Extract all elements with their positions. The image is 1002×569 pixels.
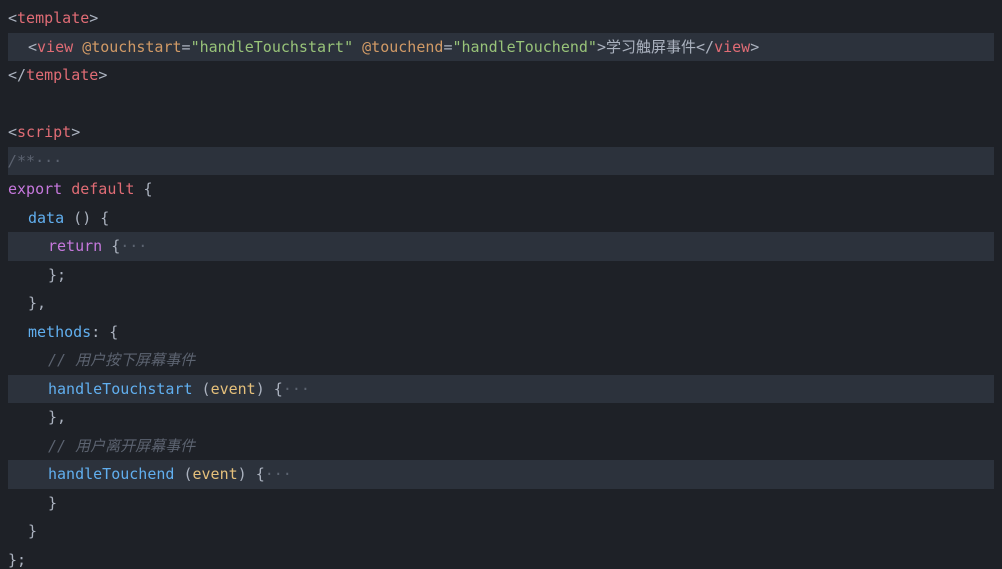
code-line: data () { [8,204,994,233]
view-text: 学习触屏事件 [606,38,696,56]
block-comment: /** [8,152,35,170]
method-handle-touchstart: handleTouchstart [48,380,193,398]
angle-bracket: < [8,9,17,27]
comment-touchend: // 用户离开屏幕事件 [48,437,195,455]
code-line: }, [8,289,994,318]
code-line: export default { [8,175,994,204]
code-line: // 用户离开屏幕事件 [8,432,994,461]
method-handle-touchend: handleTouchend [48,465,174,483]
code-line: methods: { [8,318,994,347]
comment-touchstart: // 用户按下屏幕事件 [48,351,195,369]
code-line: } [8,517,994,546]
keyword-export: export [8,180,62,198]
code-line: }; [8,261,994,290]
attr-touchend: @touchend [362,38,443,56]
tag-template: template [17,9,89,27]
keyword-default: default [71,180,134,198]
folded-method-line[interactable]: handleTouchstart (event) {··· [8,375,994,404]
angle-bracket: > [89,9,98,27]
folded-method-line[interactable]: handleTouchend (event) {··· [8,460,994,489]
tag-view: view [37,38,73,56]
code-line: <script> [8,118,994,147]
prop-methods: methods [28,323,91,341]
code-line: } [8,489,994,518]
tag-script: script [17,123,71,141]
code-line: }; [8,546,994,569]
fold-ellipsis-icon[interactable]: ··· [283,380,310,398]
code-line: <template> [8,4,994,33]
param-event: event [211,380,256,398]
blank-line [8,90,994,119]
keyword-return: return [48,237,102,255]
fold-ellipsis-icon[interactable]: ··· [35,152,62,170]
code-editor[interactable]: <template> <view @touchstart="handleTouc… [0,0,1002,569]
param-event: event [193,465,238,483]
code-line: </template> [8,61,994,90]
attr-touchstart: @touchstart [82,38,181,56]
folded-return-line[interactable]: return {··· [8,232,994,261]
method-data: data [28,209,64,227]
code-line: }, [8,403,994,432]
fold-ellipsis-icon[interactable]: ··· [265,465,292,483]
code-line-highlight: <view @touchstart="handleTouchstart" @to… [8,33,994,62]
fold-ellipsis-icon[interactable]: ··· [120,237,147,255]
code-line: // 用户按下屏幕事件 [8,346,994,375]
folded-comment-line[interactable]: /**··· [8,147,994,176]
attr-touchstart-value: "handleTouchstart" [191,38,354,56]
angle-bracket: < [28,38,37,56]
attr-touchend-value: "handleTouchend" [452,38,597,56]
